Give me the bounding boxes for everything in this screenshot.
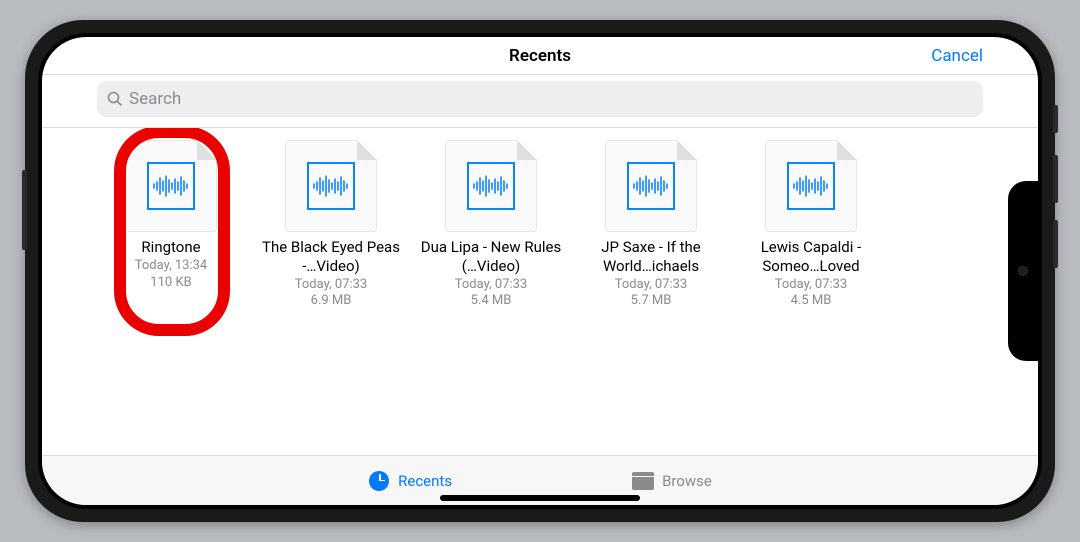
file-item[interactable]: JP Saxe - If the World…ichaelsToday, 07:… — [577, 140, 725, 455]
file-size: 5.7 MB — [631, 293, 672, 310]
silence-switch — [1053, 105, 1058, 133]
file-date: Today, 13:34 — [135, 258, 207, 275]
waveform-icon — [307, 162, 355, 210]
file-item[interactable]: Dua Lipa - New Rules (…Video)Today, 07:3… — [417, 140, 565, 455]
file-name: Lewis Capaldi - Someo…Loved — [737, 238, 885, 276]
notch — [1008, 181, 1038, 361]
file-name: JP Saxe - If the World…ichaels — [577, 238, 725, 276]
waveform-icon — [787, 162, 835, 210]
tab-recents[interactable]: Recents — [368, 470, 452, 492]
search-input[interactable]: Search — [97, 81, 983, 117]
waveform-icon — [627, 162, 675, 210]
file-date: Today, 07:33 — [615, 277, 687, 294]
page-title: Recents — [509, 46, 571, 66]
waveform-icon — [147, 162, 195, 210]
file-name: Dua Lipa - New Rules (…Video) — [417, 238, 565, 276]
volume-down-button — [1053, 220, 1058, 268]
file-size: 4.5 MB — [791, 293, 832, 310]
clock-icon — [368, 470, 390, 492]
folder-icon — [632, 470, 654, 492]
search-icon — [107, 91, 123, 107]
phone-bezel: Recents Cancel Search — [38, 33, 1042, 509]
file-thumbnail — [445, 140, 537, 232]
search-placeholder: Search — [129, 89, 181, 109]
file-thumbnail — [765, 140, 857, 232]
file-thumbnail — [605, 140, 697, 232]
file-thumbnail — [125, 140, 217, 232]
file-date: Today, 07:33 — [295, 277, 367, 294]
file-item[interactable]: Lewis Capaldi - Someo…LovedToday, 07:334… — [737, 140, 885, 455]
cancel-button[interactable]: Cancel — [931, 46, 983, 66]
file-size: 6.9 MB — [311, 293, 352, 310]
file-item[interactable]: RingtoneToday, 13:34110 KB — [97, 140, 245, 455]
waveform-icon — [467, 162, 515, 210]
file-thumbnail — [285, 140, 377, 232]
files-grid: RingtoneToday, 13:34110 KB The Black Eye… — [42, 128, 1038, 455]
camera-dot — [1018, 266, 1028, 276]
file-size: 110 KB — [150, 275, 191, 292]
tab-browse-label: Browse — [662, 472, 712, 490]
file-date: Today, 07:33 — [455, 277, 527, 294]
phone-screen: Recents Cancel Search — [42, 37, 1038, 505]
file-date: Today, 07:33 — [775, 277, 847, 294]
tab-browse[interactable]: Browse — [632, 470, 712, 492]
search-row: Search — [42, 75, 1038, 128]
file-name: Ringtone — [141, 238, 200, 257]
file-item[interactable]: The Black Eyed Peas -…Video)Today, 07:33… — [257, 140, 405, 455]
volume-up-button — [1053, 155, 1058, 203]
tab-recents-label: Recents — [398, 472, 452, 490]
file-name: The Black Eyed Peas -…Video) — [257, 238, 405, 276]
home-indicator[interactable] — [440, 495, 640, 501]
header-bar: Recents Cancel — [42, 37, 1038, 75]
phone-frame: Recents Cancel Search — [25, 20, 1055, 522]
file-size: 5.4 MB — [471, 293, 512, 310]
power-button — [22, 170, 27, 250]
